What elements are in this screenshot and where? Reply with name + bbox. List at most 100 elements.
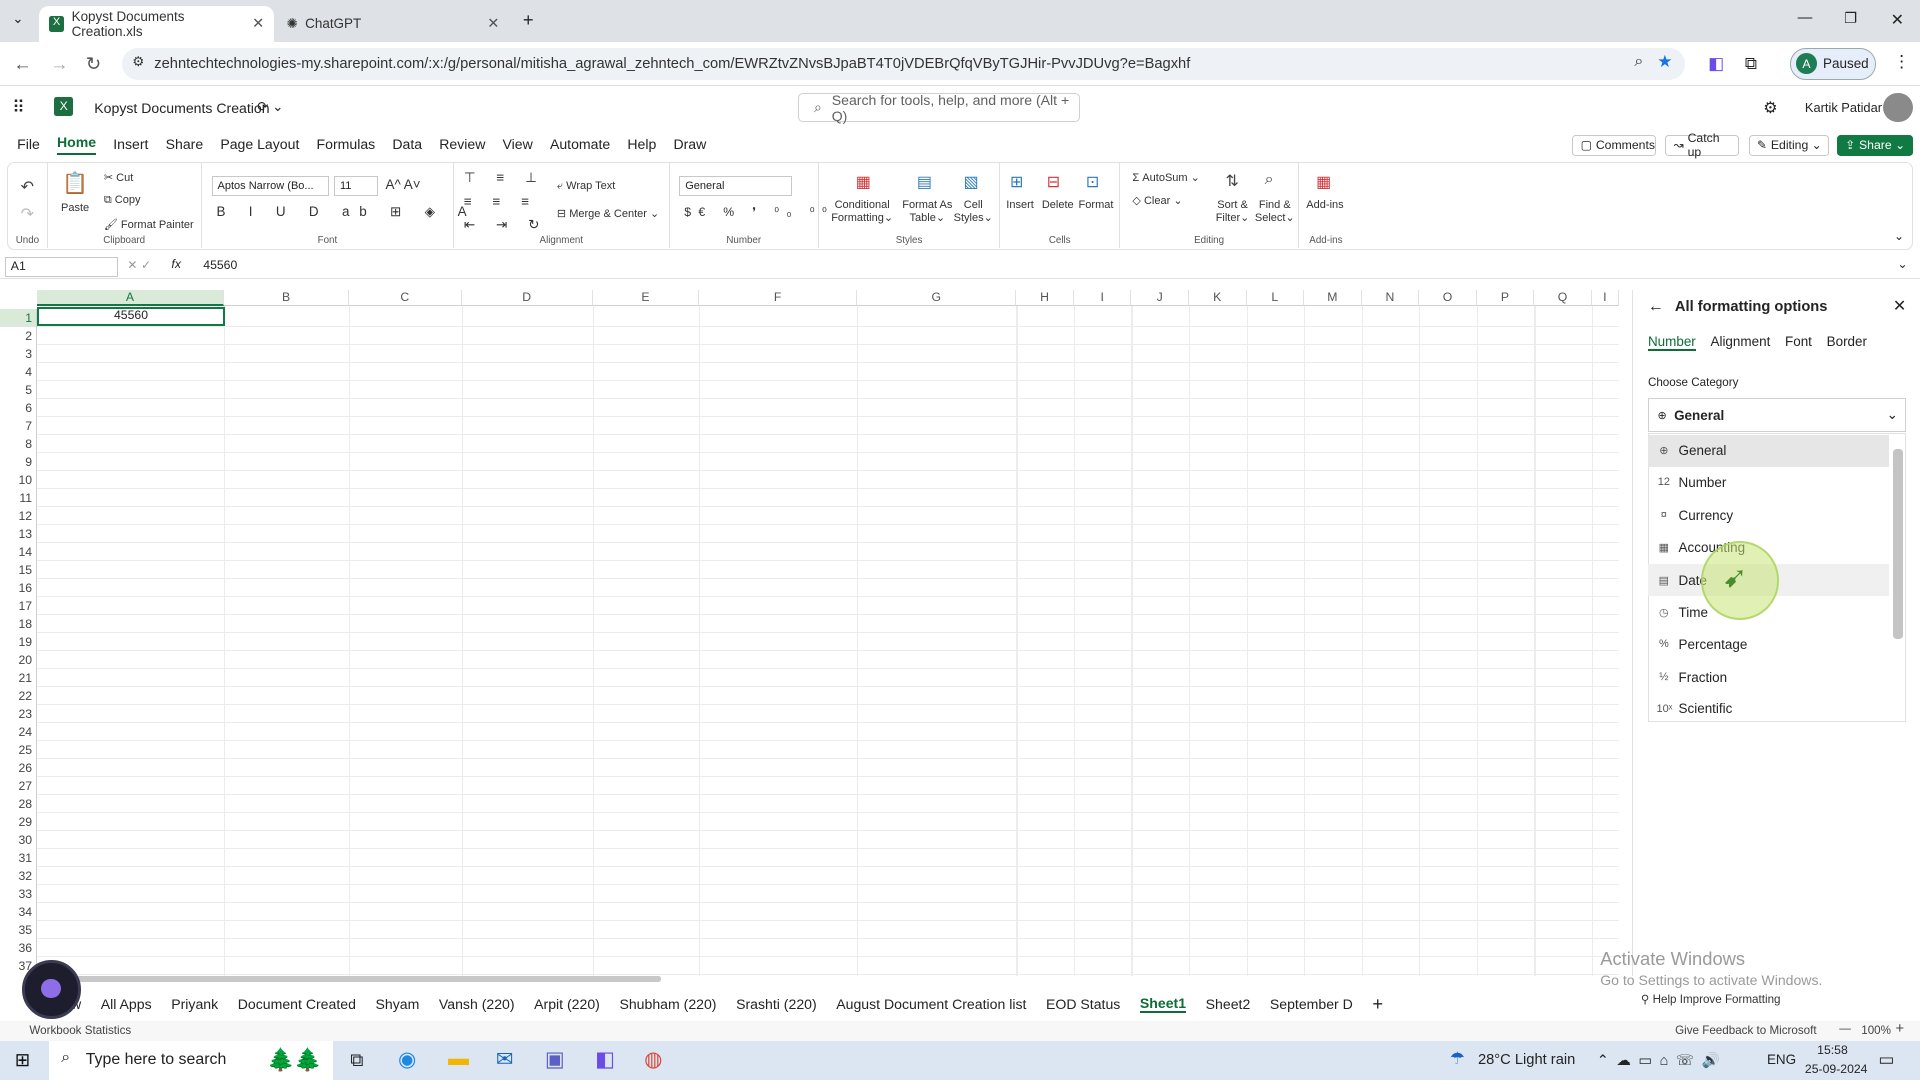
column-header[interactable]: O <box>1419 290 1477 307</box>
vertical-align-icons[interactable]: ⊤ ≡ ⊥ <box>464 170 546 186</box>
menu-view[interactable]: View <box>503 136 533 152</box>
redo-icon[interactable]: ↷ <box>21 204 34 224</box>
font-name-select[interactable]: Aptos Narrow (Bo... <box>211 176 330 196</box>
row-header[interactable]: 1 <box>0 308 37 327</box>
menu-data[interactable]: Data <box>392 136 422 152</box>
file-explorer-icon[interactable]: ▬ <box>448 1047 469 1071</box>
formula-expand-icon[interactable]: ⌄ <box>1898 257 1908 271</box>
url-field[interactable]: ⚙ zehntechtechnologies-my.sharepoint.com… <box>122 47 1685 80</box>
row-header[interactable]: 12 <box>0 506 37 525</box>
sheet-tab[interactable]: Document Created <box>238 996 356 1012</box>
horizontal-align-icons[interactable]: ≡ ≡ ≡ <box>464 194 538 209</box>
more-menu-icon[interactable]: ⋮ <box>1893 51 1910 72</box>
menu-share[interactable]: Share <box>166 136 204 152</box>
row-header[interactable]: 2 <box>0 326 37 345</box>
column-header[interactable]: N <box>1361 290 1420 307</box>
column-header[interactable]: C <box>348 290 462 307</box>
formula-cancel-icon[interactable]: ✕ ✓ <box>127 258 151 272</box>
spreadsheet-grid[interactable]: A B C D E F G H I J K L M N O P Q I 1234… <box>0 290 1619 976</box>
clock-time[interactable]: 15:58 <box>1817 1043 1848 1057</box>
find-icon[interactable]: ⌕ <box>1265 171 1274 189</box>
menu-formulas[interactable]: Formulas <box>317 136 376 152</box>
column-header[interactable]: J <box>1131 290 1189 307</box>
format-cells-button[interactable]: Format <box>1079 199 1114 211</box>
format-painter-button[interactable]: 🖌 Format Painter <box>104 218 194 231</box>
font-style-buttons[interactable]: B I U D ab ⊞ ◈ A <box>217 204 477 220</box>
row-header[interactable]: 15 <box>0 560 37 579</box>
row-header[interactable]: 18 <box>0 614 37 633</box>
zoom-out-icon[interactable]: — <box>1839 1022 1851 1035</box>
forward-icon[interactable]: → <box>50 53 68 75</box>
conditional-formatting-icon[interactable]: ▦ <box>856 172 871 192</box>
tab-border[interactable]: Border <box>1827 334 1867 351</box>
window-close-icon[interactable]: ✕ <box>1891 10 1904 30</box>
menu-page-layout[interactable]: Page Layout <box>220 136 299 152</box>
insert-cells-button[interactable]: Insert <box>1006 199 1034 211</box>
row-header[interactable]: 30 <box>0 830 37 849</box>
bookmark-star-icon[interactable]: ★ <box>1657 51 1672 72</box>
row-header[interactable]: 5 <box>0 380 37 399</box>
wrap-text-button[interactable]: ⤶ Wrap Text <box>557 180 615 193</box>
clock-date[interactable]: 25-09-2024 <box>1805 1062 1868 1076</box>
column-header[interactable]: I <box>1591 290 1619 307</box>
row-header[interactable]: 35 <box>0 920 37 939</box>
tab-chatgpt[interactable]: ✺ ChatGPT ✕ <box>277 6 510 42</box>
merge-center-button[interactable]: ⊟ Merge & Center ⌄ <box>557 207 659 220</box>
user-avatar[interactable] <box>1883 93 1913 123</box>
notification-icon[interactable]: ▭ <box>1878 1049 1894 1070</box>
format-as-table-button[interactable]: Format As Table⌄ <box>902 199 952 224</box>
row-header[interactable]: 23 <box>0 704 37 723</box>
row-header[interactable]: 16 <box>0 578 37 597</box>
close-icon[interactable]: ✕ <box>487 15 499 32</box>
language-indicator[interactable]: ENG <box>1767 1052 1796 1067</box>
menu-insert[interactable]: Insert <box>113 136 148 152</box>
name-box[interactable]: A1 <box>4 257 118 277</box>
row-header[interactable]: 32 <box>0 866 37 885</box>
restore-icon[interactable]: ❐ <box>1844 10 1857 27</box>
number-format-icons[interactable]: $€ % ❜ ⁰₀ ⁰⁰ <box>684 205 834 219</box>
row-header[interactable]: 24 <box>0 722 37 741</box>
format-as-table-icon[interactable]: ▤ <box>917 172 932 192</box>
insert-cells-icon[interactable]: ⊞ <box>1010 172 1023 192</box>
row-header[interactable]: 3 <box>0 344 37 363</box>
menu-home[interactable]: Home <box>56 134 97 155</box>
copy-button[interactable]: ⧉ Copy <box>104 194 141 207</box>
row-header[interactable]: 20 <box>0 650 37 669</box>
row-header[interactable]: 33 <box>0 884 37 903</box>
row-header[interactable]: 13 <box>0 524 37 543</box>
recorder-button[interactable] <box>22 960 81 1019</box>
column-header[interactable]: F <box>699 290 858 307</box>
row-header[interactable]: 34 <box>0 902 37 921</box>
sort-filter-button[interactable]: Sort & Filter⌄ <box>1216 199 1250 224</box>
sheet-tab[interactable]: Shubham (220) <box>619 996 716 1012</box>
column-header[interactable]: A <box>36 290 225 307</box>
format-cells-icon[interactable]: ⊡ <box>1086 172 1099 192</box>
column-header[interactable]: B <box>224 290 349 307</box>
extensions-puzzle-icon[interactable]: ⧉ <box>1745 53 1757 74</box>
cell-styles-button[interactable]: Cell Styles⌄ <box>954 199 993 224</box>
doc-title[interactable]: Kopyst Documents Creation <box>94 100 269 116</box>
row-header[interactable]: 27 <box>0 776 37 795</box>
edge-icon[interactable]: ◉ <box>398 1047 416 1072</box>
system-tray-icons[interactable]: ⌃☁▭⌂☏🔊 <box>1597 1051 1727 1069</box>
delete-cells-button[interactable]: Delete <box>1042 199 1074 211</box>
zoom-level[interactable]: 100% <box>1861 1024 1891 1037</box>
addins-icon[interactable]: ▦ <box>1316 172 1331 192</box>
task-view-icon[interactable]: ⧉ <box>350 1049 363 1071</box>
fx-icon[interactable]: fx <box>171 257 181 271</box>
column-header[interactable]: K <box>1188 290 1247 307</box>
row-header[interactable]: 19 <box>0 632 37 651</box>
sheet-tab-active[interactable]: Sheet1 <box>1139 995 1187 1014</box>
app-icon[interactable]: ◧ <box>595 1047 615 1072</box>
formula-input[interactable]: 45560 <box>203 258 237 272</box>
cell-styles-icon[interactable]: ▧ <box>963 172 978 192</box>
search-input[interactable]: ⌕ Search for tools, help, and more (Alt … <box>798 92 1080 124</box>
zoom-icon[interactable]: ⌕ <box>1634 53 1643 71</box>
minimize-icon[interactable]: — <box>1798 10 1813 26</box>
ribbon-collapse-icon[interactable]: ⌄ <box>1894 229 1904 243</box>
category-percentage[interactable]: % Percentage <box>1648 628 1889 660</box>
category-number[interactable]: 12 Number <box>1648 467 1889 499</box>
column-header[interactable]: D <box>461 290 593 307</box>
row-header[interactable]: 8 <box>0 434 37 453</box>
row-header[interactable]: 25 <box>0 740 37 759</box>
